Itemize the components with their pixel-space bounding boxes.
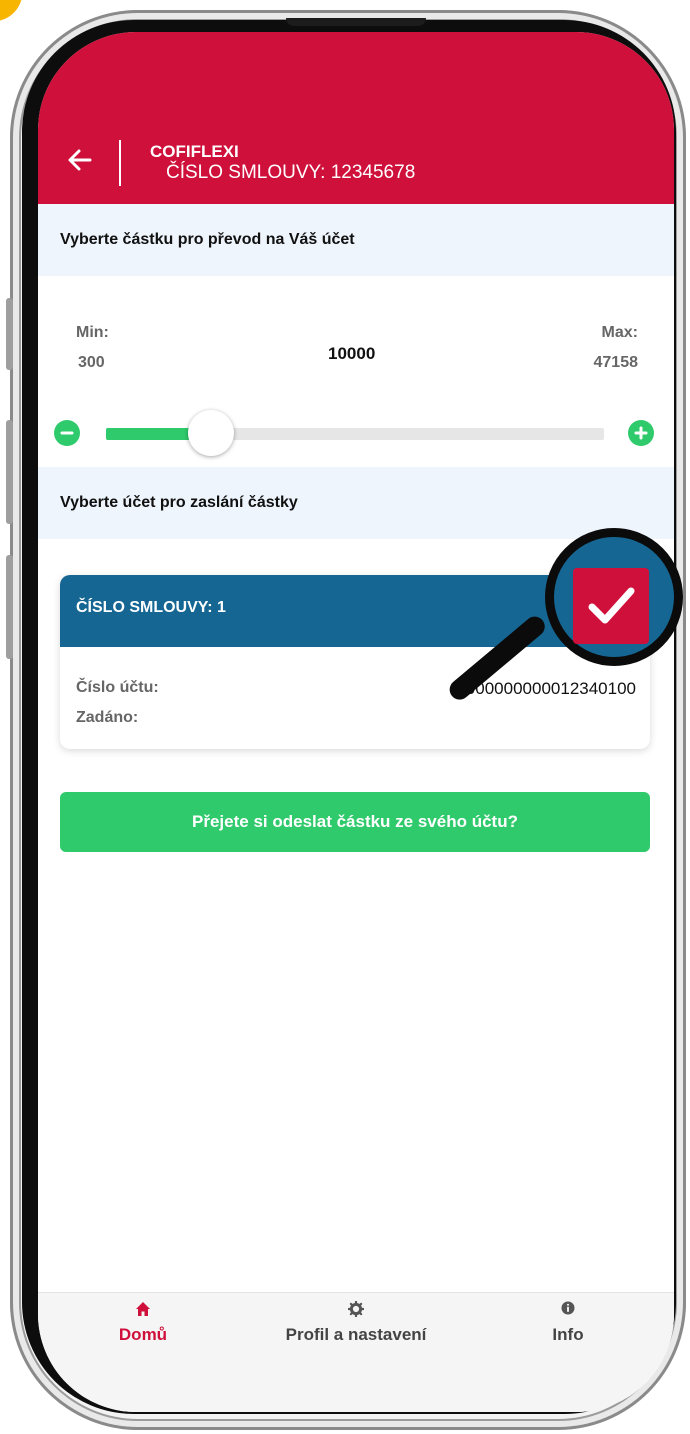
bottom-navigation: Domů Profil a nastavení Info bbox=[38, 1292, 674, 1412]
side-button bbox=[6, 420, 13, 524]
current-amount: 10000 bbox=[328, 344, 376, 363]
side-button bbox=[6, 555, 13, 659]
card-title: ČÍSLO SMLOUVY: 1 bbox=[76, 599, 226, 616]
app-name: COFIFLEXI bbox=[150, 142, 239, 161]
account-section-title: Vyberte účet pro zaslání částky bbox=[38, 467, 674, 539]
side-button bbox=[6, 298, 13, 370]
info-icon bbox=[528, 1301, 608, 1321]
max-label: Max: bbox=[601, 324, 638, 341]
header-divider bbox=[119, 140, 121, 186]
nav-item-home[interactable]: Domů bbox=[98, 1301, 188, 1345]
app-screen: COFIFLEXI ČÍSLO SMLOUVY: 12345678 Vybert… bbox=[38, 32, 674, 1412]
app-header: COFIFLEXI ČÍSLO SMLOUVY: 12345678 bbox=[38, 32, 674, 204]
speaker-notch bbox=[286, 18, 426, 26]
nav-item-profile[interactable]: Profil a nastavení bbox=[266, 1300, 446, 1345]
slider-thumb[interactable] bbox=[188, 410, 234, 456]
account-section-label: Vyberte účet pro zaslání částky bbox=[60, 494, 298, 511]
min-value: 300 bbox=[78, 354, 105, 371]
min-label: Min: bbox=[76, 324, 109, 341]
nav-item-info[interactable]: Info bbox=[528, 1301, 608, 1345]
decrease-minus-icon[interactable] bbox=[54, 420, 80, 446]
amount-section-title: Vyberte částku pro převod na Váš účet bbox=[38, 204, 674, 276]
account-number-label: Číslo účtu: bbox=[76, 679, 159, 696]
max-value: 47158 bbox=[593, 354, 639, 371]
nav-label-profile: Profil a nastavení bbox=[285, 1325, 427, 1344]
back-arrow-icon[interactable] bbox=[60, 144, 100, 184]
nav-label-home: Domů bbox=[118, 1325, 168, 1344]
entered-label: Zadáno: bbox=[76, 709, 139, 726]
increase-plus-icon[interactable] bbox=[628, 420, 654, 446]
home-icon bbox=[98, 1301, 188, 1321]
checkbox-checked-icon[interactable] bbox=[573, 568, 649, 644]
nav-label-info: Info bbox=[552, 1325, 584, 1344]
contract-number: ČÍSLO SMLOUVY: 12345678 bbox=[166, 162, 416, 183]
gear-icon bbox=[266, 1300, 446, 1321]
amount-slider[interactable] bbox=[106, 428, 604, 440]
send-amount-button[interactable]: Přejete si odeslat částku ze svého účtu? bbox=[60, 792, 650, 852]
corner-decoration bbox=[0, 0, 26, 26]
amount-section-label: Vyberte částku pro převod na Váš účet bbox=[60, 231, 355, 248]
